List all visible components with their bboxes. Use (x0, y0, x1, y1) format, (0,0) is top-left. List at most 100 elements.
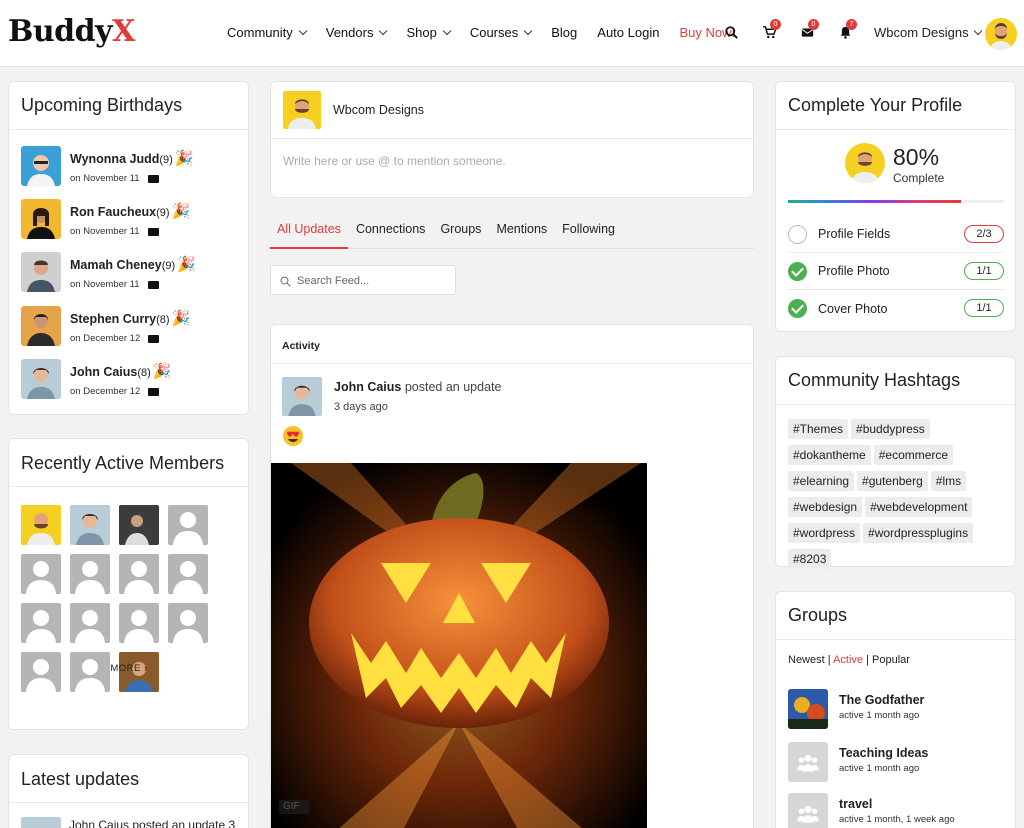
nav-community[interactable]: Community (227, 25, 307, 40)
avatar[interactable] (70, 505, 110, 545)
profile-row-fields[interactable]: Profile Fields 2/3 (788, 216, 1004, 253)
cart-badge: 0 (770, 19, 781, 30)
profile-row-cover[interactable]: Cover Photo 1/1 (788, 290, 1004, 327)
nav-shop[interactable]: Shop (406, 25, 452, 40)
hashtag[interactable]: #webdesign (788, 497, 863, 517)
list-item[interactable]: John Caius(8) 🎉 on December 12 (21, 359, 172, 399)
avatar[interactable] (168, 505, 208, 545)
avatar[interactable] (70, 603, 110, 643)
search-input[interactable]: Search Feed... (270, 265, 456, 295)
widget-title: Upcoming Birthdays (9, 82, 248, 130)
avatar[interactable] (70, 554, 110, 594)
avatar[interactable] (21, 554, 61, 594)
cart-icon[interactable]: 0 (762, 19, 781, 42)
update-text[interactable]: John Caius posted an update 3 (69, 818, 235, 828)
author-link[interactable]: John Caius (334, 380, 401, 394)
row-count: 1/1 (964, 262, 1004, 280)
filter-active[interactable]: Active (833, 654, 863, 666)
hashtag-list: #Themes #buddypress #dokantheme #ecommerce #… (788, 419, 1010, 575)
tab-all-updates[interactable]: All Updates (270, 213, 348, 249)
activity-gif-image[interactable]: GIF (271, 463, 647, 828)
person-name[interactable]: Stephen Curry (70, 312, 156, 326)
person-name[interactable]: John Caius (70, 365, 137, 379)
list-item[interactable]: Teaching Ideas active 1 month ago (788, 742, 928, 782)
group-name[interactable]: The Godfather (839, 693, 924, 707)
nav-courses[interactable]: Courses (470, 25, 533, 40)
avatar[interactable] (21, 505, 61, 545)
party-popper-icon: 🎉 (174, 150, 194, 167)
row-label: Profile Photo (818, 264, 890, 278)
avatar[interactable] (119, 554, 159, 594)
profile-progress-track (788, 200, 1004, 203)
search-icon[interactable] (724, 22, 738, 42)
filter-newest[interactable]: Newest (788, 654, 825, 666)
tab-connections[interactable]: Connections (349, 213, 433, 249)
hashtag[interactable]: #Themes (788, 419, 849, 439)
person-age: (8) (137, 367, 151, 379)
activity-title: John Caius posted an update (334, 380, 501, 394)
avatar[interactable] (168, 554, 208, 594)
list-item[interactable]: travel active 1 month, 1 week ago (788, 793, 955, 828)
hashtag[interactable]: #8203 (788, 549, 832, 569)
envelope-icon[interactable] (148, 387, 160, 396)
avatar[interactable] (119, 505, 159, 545)
hashtag[interactable]: #dokantheme (788, 445, 871, 465)
composer-user: Wbcom Designs (333, 103, 424, 117)
chevron-right-icon: › (143, 663, 148, 674)
tab-mentions[interactable]: Mentions (489, 213, 554, 249)
avatar[interactable] (119, 603, 159, 643)
filter-popular[interactable]: Popular (872, 654, 910, 666)
party-popper-icon: 🎉 (171, 310, 191, 327)
list-item[interactable]: Stephen Curry(8) 🎉 on December 12 (21, 306, 190, 346)
list-item[interactable]: Wynonna Judd(9) 🎉 on November 11 (21, 146, 194, 186)
avatar[interactable] (985, 18, 1017, 50)
site-logo[interactable]: BuddyX (8, 14, 135, 49)
envelope-icon[interactable] (147, 174, 159, 183)
hashtag[interactable]: #elearning (788, 471, 855, 491)
envelope-icon[interactable] (147, 227, 159, 236)
nav-blog[interactable]: Blog (551, 25, 577, 40)
hashtag[interactable]: #wordpress (788, 523, 861, 543)
person-name[interactable]: Wynonna Judd (70, 152, 159, 166)
envelope-icon[interactable] (147, 280, 159, 289)
chevron-down-icon (442, 26, 452, 36)
avatar[interactable] (21, 603, 61, 643)
avatar[interactable] (168, 603, 208, 643)
party-popper-icon: 🎉 (152, 363, 172, 380)
person-name[interactable]: Mamah Cheney (70, 258, 162, 272)
bell-icon[interactable]: 7 (838, 19, 857, 42)
user-menu[interactable]: Wbcom Designs (874, 25, 982, 40)
avatar (21, 359, 61, 399)
group-activity: active 1 month, 1 week ago (839, 814, 955, 825)
more-link[interactable]: MORE › (9, 663, 249, 674)
group-avatar (788, 793, 828, 828)
group-name[interactable]: Teaching Ideas (839, 746, 928, 760)
person-age: (9) (156, 207, 170, 219)
list-item[interactable]: Mamah Cheney(9) 🎉 on November 11 (21, 252, 196, 292)
person-age: (8) (156, 314, 170, 326)
hashtag[interactable]: #buddypress (851, 419, 930, 439)
list-item[interactable]: The Godfather active 1 month ago (788, 689, 924, 729)
hashtag[interactable]: #wordpressplugins (863, 523, 974, 543)
groups-filter: Newest | Active | Popular (788, 654, 910, 666)
activity-time[interactable]: 3 days ago (334, 401, 388, 413)
person-name[interactable]: Ron Faucheux (70, 205, 156, 219)
row-label: Cover Photo (818, 301, 888, 316)
group-name[interactable]: travel (839, 797, 955, 811)
hashtag[interactable]: #gutenberg (857, 471, 928, 491)
nav-auto-login[interactable]: Auto Login (597, 25, 659, 40)
envelope-icon[interactable]: 0 (800, 19, 819, 42)
tab-following[interactable]: Following (555, 213, 622, 249)
avatar (21, 199, 61, 239)
profile-row-photo[interactable]: Profile Photo 1/1 (788, 253, 1004, 290)
avatar (21, 306, 61, 346)
hashtag[interactable]: #webdevelopment (865, 497, 973, 517)
post-input[interactable]: Write here or use @ to mention someone. (283, 154, 506, 168)
tab-groups[interactable]: Groups (433, 213, 488, 249)
avatar[interactable] (282, 377, 322, 416)
hashtag[interactable]: #lms (930, 471, 967, 491)
hashtag[interactable]: #ecommerce (873, 445, 954, 465)
list-item[interactable]: Ron Faucheux(9) 🎉 on November 11 (21, 199, 190, 239)
nav-vendors[interactable]: Vendors (326, 25, 388, 40)
envelope-icon[interactable] (148, 334, 160, 343)
